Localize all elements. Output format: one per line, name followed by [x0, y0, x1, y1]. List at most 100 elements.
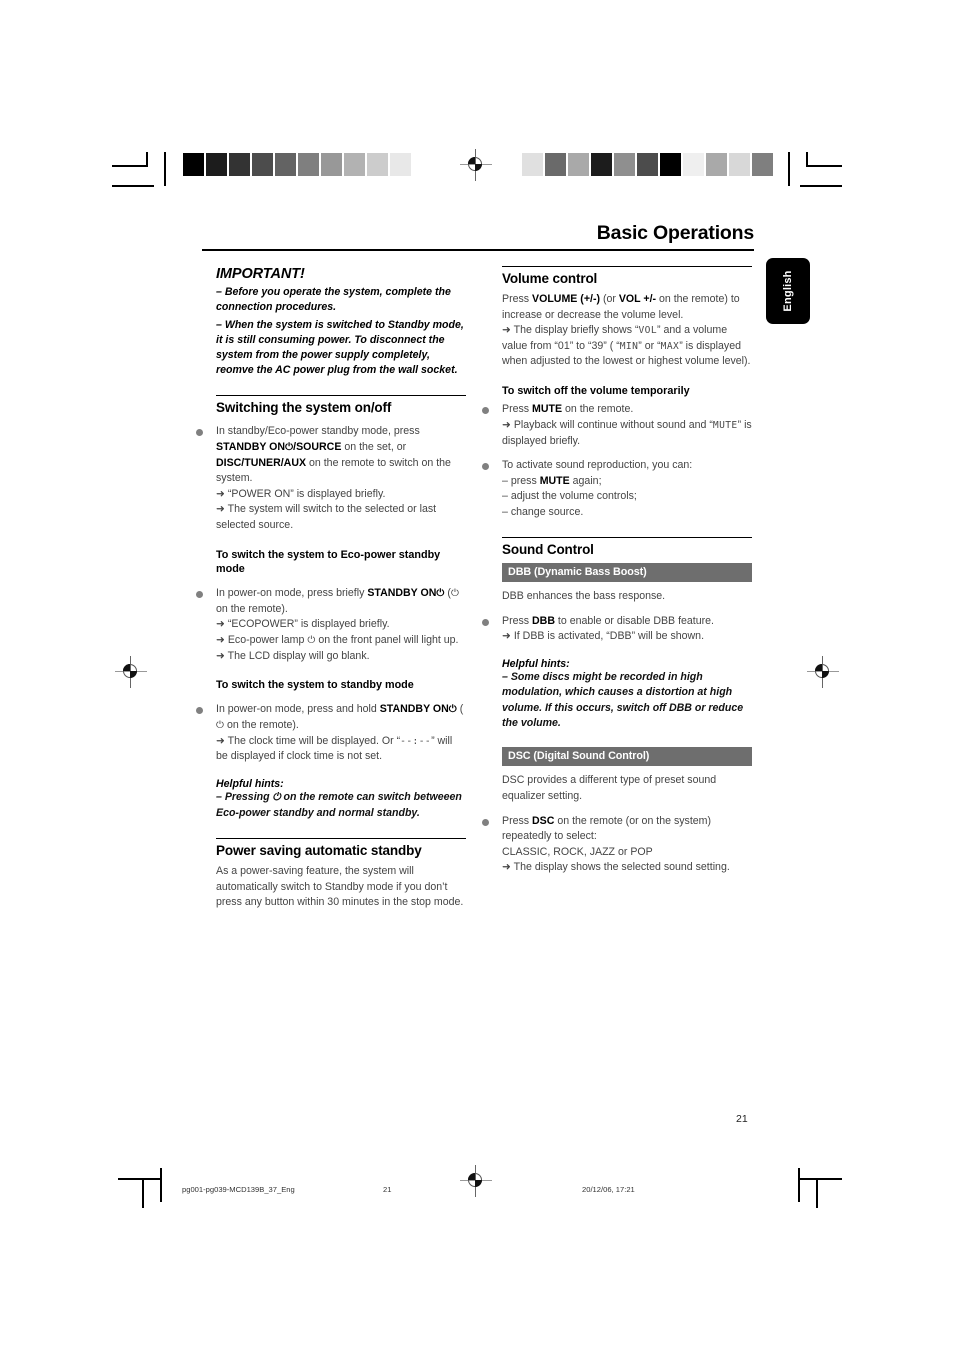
list-item: In standby/Eco-power standby mode, press…: [196, 424, 466, 533]
mute-arrow-1: ➜ Playback will continue without sound a…: [502, 418, 752, 449]
list-item: Press MUTE on the remote. ➜ Playback wil…: [482, 402, 752, 449]
power-icon: ⏻: [285, 442, 294, 454]
dbb-item-lead: Press: [502, 614, 533, 627]
dsc-item: Press DSC on the remote (or on the syste…: [502, 814, 752, 845]
section-power-saving-heading: Power saving automatic standby: [216, 843, 422, 859]
lcd-vol-text: VOL: [638, 325, 658, 337]
grayscale-swatch: [229, 153, 250, 176]
grayscale-swatch: [298, 153, 319, 176]
mute-item-1: Press MUTE on the remote.: [502, 402, 752, 418]
grayscale-swatch: [344, 153, 365, 176]
ecopower-arrow-1: ➜ “ECOPOWER” is displayed briefly.: [216, 617, 466, 633]
standby-arrow-1-a: The clock time will be displayed. Or “: [227, 734, 401, 747]
standby-on-label: STANDBY ON: [379, 702, 449, 715]
switching-item-1-mid: on the set, or: [341, 440, 407, 453]
mute-arrow-1-a: Playback will continue without sound and…: [513, 418, 713, 431]
ecopower-arrow-2-a: Eco-power lamp: [227, 633, 308, 646]
mute-sub-3: – change source.: [502, 505, 584, 518]
section-switching: Switching the system on/off In standby/E…: [196, 395, 466, 821]
crop-mark-top-left-v2: [164, 152, 166, 186]
crop-mark-bottom-right-v2: [798, 1168, 800, 1202]
arrow-icon: ➜: [502, 418, 511, 431]
power-icon: ⏻: [216, 720, 225, 732]
grayscale-swatch: [683, 153, 704, 176]
crop-mark-top-right-v2: [788, 152, 790, 186]
dsc-options: CLASSIC, ROCK, JAZZ or POP: [502, 845, 653, 858]
volume-mid-1: (or: [600, 293, 619, 305]
lcd-min-text: MIN: [619, 340, 639, 352]
arrow-icon: ➜: [216, 633, 225, 646]
volume-body: Press VOLUME (+/-) (or VOL +/- on the re…: [502, 292, 752, 323]
grayscale-swatch: [183, 153, 204, 176]
bullet-icon: [482, 463, 489, 471]
dbb-item: Press DBB to enable or disable DBB featu…: [502, 614, 752, 630]
title-divider: [202, 249, 754, 251]
standby-on-label: STANDBY ON: [216, 440, 286, 453]
grayscale-swatch: [729, 153, 750, 176]
grayscale-swatch: [752, 153, 773, 176]
grayscale-swatch: [252, 153, 273, 176]
crop-mark-top-right-h: [800, 185, 842, 187]
arrow-icon: ➜: [216, 487, 225, 500]
subsection-mute-heading: To switch off the volume temporarily: [502, 384, 690, 397]
important-line-1: – Before you operate the system, complet…: [216, 286, 451, 314]
power-icon: ⏻: [307, 635, 316, 647]
left-column: IMPORTANT! – Before you operate the syst…: [196, 266, 466, 911]
lcd-clock-placeholder: --:--: [400, 735, 432, 747]
vol-remote-label: VOL +/-: [618, 293, 657, 305]
bullet-icon: [196, 590, 203, 598]
section-volume: Volume control Press VOLUME (+/-) (or VO…: [482, 266, 752, 520]
grayscale-swatch: [545, 153, 566, 176]
grayscale-swatch: [206, 153, 227, 176]
mute-button-label: MUTE: [539, 474, 570, 487]
switching-arrow-2: ➜ The system will switch to the selected…: [216, 502, 466, 533]
mute-sub-1-c: again;: [569, 474, 602, 487]
switching-arrow-2-text: The system will switch to the selected o…: [216, 503, 437, 531]
power-icon: ⏻: [436, 588, 445, 600]
crop-mark-bottom-left-v2: [160, 1168, 162, 1202]
page-title: Basic Operations: [596, 222, 754, 244]
registration-mark-left: [115, 656, 147, 688]
dbb-item-tail: to enable or disable DBB feature.: [554, 614, 714, 627]
crop-mark-bottom-right-h: [800, 1178, 842, 1180]
switching-item-1: In standby/Eco-power standby mode, press…: [216, 424, 466, 487]
standby-lead: In power-on mode, press and hold: [216, 702, 380, 715]
registration-mark-bottom-center: [460, 1165, 492, 1197]
hints-2-heading: Helpful hints:: [502, 658, 570, 670]
volume-arrow-c: ” or “: [638, 339, 661, 352]
mute-sub-1-a: – press: [502, 474, 540, 487]
footer-timestamp: 20/12/06, 17:21: [582, 1185, 635, 1194]
important-line-2: – When the system is switched to Standby…: [216, 319, 464, 377]
arrow-icon: ➜: [502, 861, 511, 874]
language-tab: English: [766, 258, 810, 324]
lcd-mute-text: MUTE: [712, 419, 738, 431]
grayscale-swatch: [637, 153, 658, 176]
subsection-ecopower-heading: To switch the system to Eco-power standb…: [216, 548, 441, 576]
hints-2-text: – Some discs might be recorded in high m…: [502, 671, 744, 730]
grayscale-swatch: [413, 153, 434, 176]
ecopower-paren-close: on the remote).: [216, 602, 288, 615]
list-item: In power-on mode, press and hold STANDBY…: [196, 702, 466, 765]
crop-mark-bottom-left-h: [118, 1178, 160, 1180]
section-switching-heading: Switching the system on/off: [216, 400, 392, 416]
lcd-max-text: MAX: [660, 340, 680, 352]
standby-arrow-1: ➜ The clock time will be displayed. Or “…: [216, 734, 466, 765]
ecopower-arrow-3-text: The LCD display will go blank.: [227, 649, 370, 662]
bullet-icon: [482, 818, 489, 826]
grayscale-swatch: [367, 153, 388, 176]
volume-arrow: ➜ The display briefly shows “VOL” and a …: [502, 323, 752, 370]
list-item: Press DSC on the remote (or on the syste…: [482, 814, 752, 876]
arrow-icon: ➜: [216, 734, 225, 747]
grayscale-swatch: [568, 153, 589, 176]
arrow-icon: ➜: [216, 503, 225, 516]
standby-paren-close: on the remote).: [224, 718, 299, 731]
volume-button-label: VOLUME (+/-): [532, 293, 601, 305]
ecopower-arrow-3: ➜ The LCD display will go blank.: [216, 649, 466, 665]
arrow-icon: ➜: [216, 618, 225, 631]
crop-mark-bottom-left-v: [142, 1180, 144, 1208]
power-icon: ⏻: [272, 792, 281, 804]
switching-item-1-text: In standby/Eco-power standby mode, press: [216, 425, 420, 438]
arrow-icon: ➜: [502, 324, 511, 337]
important-block: IMPORTANT! – Before you operate the syst…: [216, 266, 466, 378]
grayscale-calibration-bar-left: [183, 153, 434, 176]
